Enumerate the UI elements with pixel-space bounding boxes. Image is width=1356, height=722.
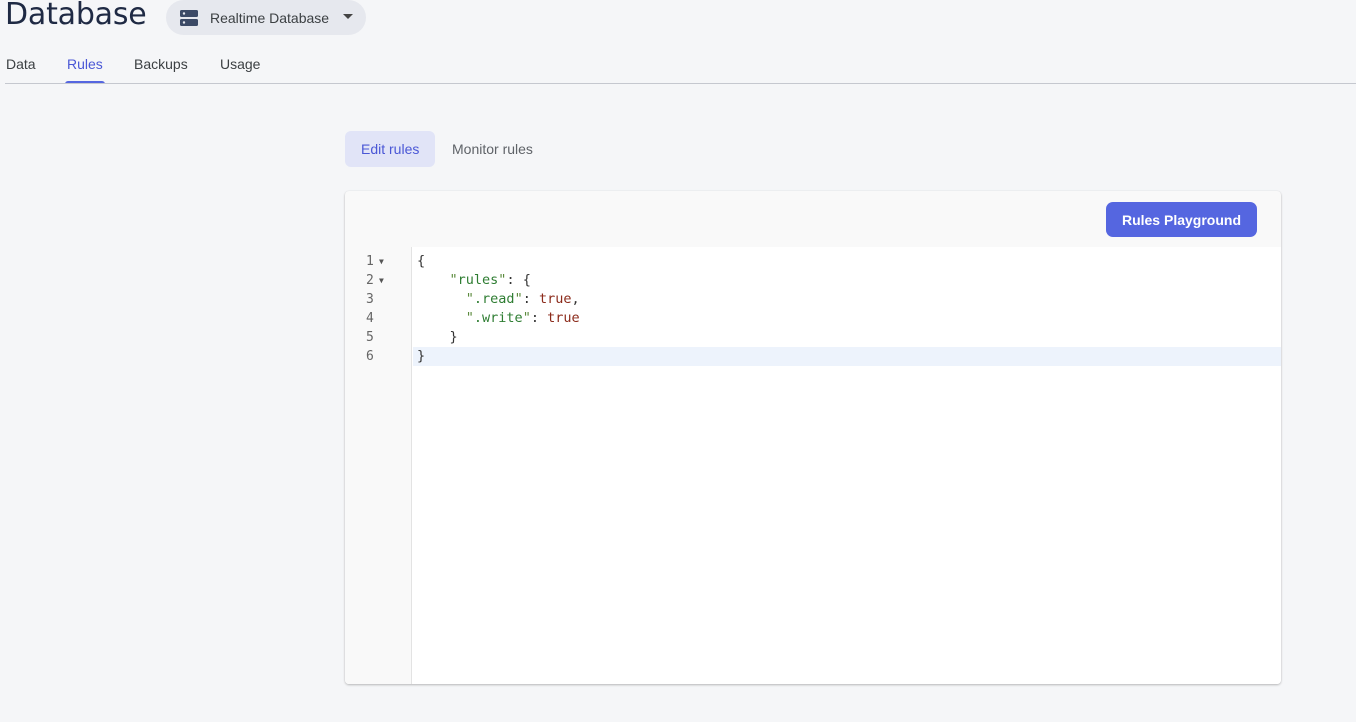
code-value: true [547,310,580,326]
code-line: ".read": true, [465,291,580,307]
code-key: "rules" [449,272,507,288]
line-number: 3 [366,292,374,307]
code-punct: : { [506,272,531,288]
gutter-line: 2 ▼ [345,271,412,290]
code-line: } [413,328,1281,347]
database-selector-label: Realtime Database [210,9,330,26]
tab-usage[interactable]: Usage [220,56,260,84]
subtab-edit-rules[interactable]: Edit rules [345,131,436,167]
fold-toggle-icon[interactable]: ▼ [379,271,384,290]
code-key: ".write" [465,310,531,326]
rules-editor-card: Rules Playground 1 ▼ 2 ▼ 3 4 5 6 {"rule… [345,191,1281,684]
code-line: ".write": true [465,310,580,326]
rules-playground-button[interactable]: Rules Playground [1105,202,1257,237]
chevron-down-icon [343,14,353,19]
code-line: { [413,252,1281,271]
tab-bar: Data Rules Backups Usage [0,50,1356,84]
database-selector[interactable]: Realtime Database [166,0,366,35]
code-line-current: } [413,347,1281,366]
line-number: 6 [366,349,374,364]
line-number: 4 [366,311,374,326]
fold-toggle-icon[interactable]: ▼ [379,252,384,271]
code-brace: { [417,253,426,269]
line-number: 1 [366,254,374,269]
code-brace: } [417,348,426,364]
subtab-monitor-rules[interactable]: Monitor rules [436,131,549,167]
database-icon [180,9,200,27]
gutter-line: 3 [345,290,412,309]
tab-rules[interactable]: Rules [65,56,105,84]
code-key: ".read" [465,291,523,307]
gutter-line: 4 [345,309,412,328]
gutter-line: 6 [345,347,412,366]
line-number: 2 [366,273,374,288]
code-editor[interactable]: 1 ▼ 2 ▼ 3 4 5 6 { "rules": {".read": tr… [345,247,1281,684]
line-number: 5 [366,330,374,345]
code-area[interactable]: { "rules": { ".read": true, ".write": tr… [413,247,1281,684]
gutter-line: 1 ▼ [345,252,412,271]
code-brace: } [449,329,458,345]
gutter-line: 5 [345,328,412,347]
editor-gutter: 1 ▼ 2 ▼ 3 4 5 6 [345,247,412,684]
tab-data[interactable]: Data [6,56,36,84]
code-punct: , [571,291,580,307]
tab-backups[interactable]: Backups [134,56,188,84]
page-title: Database [5,0,147,32]
tabs-divider [5,83,1356,84]
code-line: "rules": { [413,271,1281,290]
code-value: true [538,291,572,307]
